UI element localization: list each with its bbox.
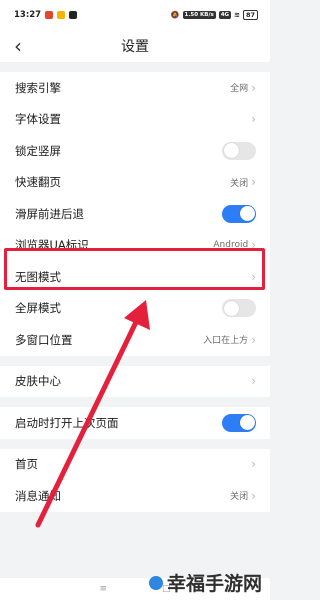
setting-row-search-engine[interactable]: 搜索引擎 全网 ›	[0, 72, 270, 104]
watermark-logo-icon	[148, 575, 163, 590]
chevron-right-icon: ›	[251, 457, 256, 472]
setting-value: Android	[213, 240, 249, 251]
setting-label: 启动时打开上次页面	[15, 415, 119, 430]
net-speed: 1.50 KB/s	[182, 11, 216, 19]
toggle-switch[interactable]	[222, 141, 256, 160]
status-bar: 13:27 🔕 1.50 KB/s 4G ≋ 87	[0, 0, 270, 30]
settings-list: 搜索引擎 全网 › 字体设置 › 锁定竖屏 快速翻页 关闭 › 滑屏前进后退 浏览器UA标识 Andr…	[0, 62, 270, 512]
setting-row-message-notify[interactable]: 消息通知 关闭 ›	[0, 480, 270, 512]
setting-label: 消息通知	[15, 488, 61, 503]
chevron-right-icon: ›	[251, 112, 256, 127]
setting-row-swipe-nav[interactable]: 滑屏前进后退	[0, 198, 270, 230]
menu-icon[interactable]: ≡	[99, 584, 107, 594]
setting-row-no-image-mode[interactable]: 无图模式 ›	[0, 261, 270, 293]
setting-value: 全网	[230, 84, 249, 95]
setting-label: 无图模式	[15, 269, 61, 284]
setting-label: 锁定竖屏	[15, 143, 61, 158]
setting-label: 滑屏前进后退	[15, 206, 84, 221]
chevron-right-icon: ›	[251, 374, 256, 389]
setting-label: 多窗口位置	[15, 332, 73, 347]
setting-value: 入口在上方	[203, 336, 249, 347]
watermark: 幸福手游网	[148, 569, 262, 596]
wifi-icon: ≋	[234, 11, 240, 19]
toggle-switch[interactable]	[222, 299, 256, 318]
chevron-right-icon: ›	[251, 332, 256, 347]
setting-label: 全屏模式	[15, 301, 61, 316]
toggle-knob	[239, 206, 255, 222]
settings-group: 搜索引擎 全网 › 字体设置 › 锁定竖屏 快速翻页 关闭 › 滑屏前进后退 浏览器UA标识 Andr…	[0, 72, 270, 356]
chevron-right-icon: ›	[251, 488, 256, 503]
battery-indicator: 87	[242, 10, 258, 20]
app-notification-icon	[45, 11, 54, 19]
group-spacer	[0, 397, 270, 407]
setting-row-quick-page-turn[interactable]: 快速翻页 关闭 ›	[0, 166, 270, 198]
setting-label: 首页	[15, 457, 38, 472]
chevron-right-icon: ›	[251, 238, 256, 253]
setting-row-fullscreen-mode[interactable]: 全屏模式	[0, 292, 270, 324]
toggle-knob	[239, 415, 255, 431]
header: ‹ 设置	[0, 30, 270, 62]
toggle-knob	[223, 143, 239, 159]
setting-label: 皮肤中心	[15, 374, 61, 389]
group-spacer	[0, 62, 270, 72]
setting-row-browser-ua[interactable]: 浏览器UA标识 Android ›	[0, 229, 270, 261]
toggle-switch[interactable]	[222, 204, 256, 223]
tiktok-icon	[69, 11, 78, 19]
chevron-right-icon: ›	[251, 175, 256, 190]
setting-value: 关闭	[230, 178, 249, 189]
group-spacer	[0, 438, 270, 449]
setting-value: 关闭	[230, 492, 249, 503]
network-badge: 4G	[218, 11, 232, 19]
setting-row-home-page[interactable]: 首页 ›	[0, 448, 270, 480]
mute-icon: 🔕	[170, 11, 180, 19]
group-spacer	[0, 355, 270, 366]
page-title: 设置	[121, 39, 149, 55]
chevron-right-icon: ›	[251, 269, 256, 284]
setting-label: 快速翻页	[15, 175, 61, 190]
setting-label: 浏览器UA标识	[15, 238, 89, 253]
toggle-knob	[223, 300, 239, 316]
setting-label: 字体设置	[15, 112, 61, 127]
setting-label: 搜索引擎	[15, 80, 61, 95]
setting-row-lock-portrait[interactable]: 锁定竖屏	[0, 135, 270, 167]
setting-row-multiwindow-position[interactable]: 多窗口位置 入口在上方 ›	[0, 324, 270, 356]
app-notification-icon	[57, 11, 66, 19]
setting-row-open-last-page[interactable]: 启动时打开上次页面	[0, 407, 270, 439]
settings-group: 启动时打开上次页面	[0, 407, 270, 439]
watermark-text: 幸福手游网	[166, 573, 262, 595]
toggle-switch[interactable]	[222, 413, 256, 432]
chevron-left-icon[interactable]: ‹	[14, 35, 34, 57]
setting-row-skin-center[interactable]: 皮肤中心 ›	[0, 365, 270, 397]
settings-group: 首页 › 消息通知 关闭 ›	[0, 448, 270, 512]
chevron-right-icon: ›	[251, 80, 256, 95]
status-time: 13:27	[14, 10, 42, 20]
setting-row-font-settings[interactable]: 字体设置 ›	[0, 103, 270, 135]
settings-group: 皮肤中心 ›	[0, 365, 270, 397]
